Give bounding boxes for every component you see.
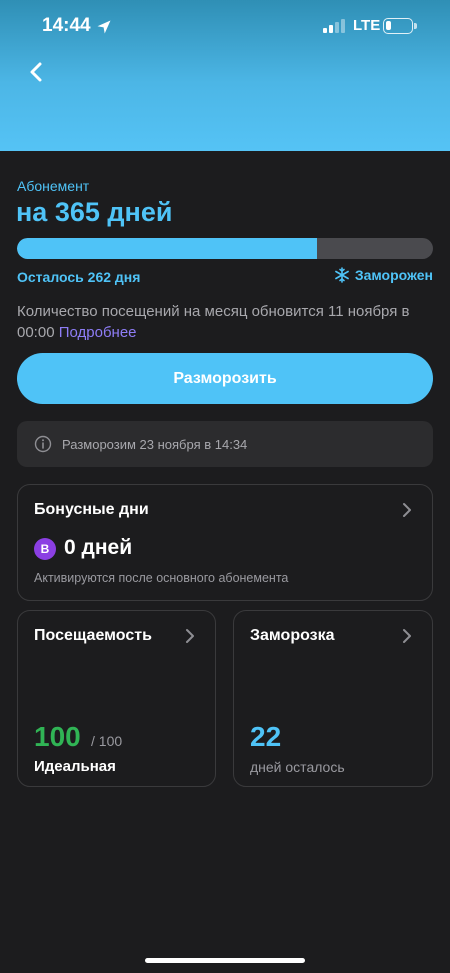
info-icon	[34, 435, 52, 453]
freeze-days-value: 22	[250, 721, 282, 752]
unfreeze-notice: Разморозим 23 ноября в 14:34	[17, 421, 433, 467]
frozen-status: Заморожен	[334, 267, 433, 283]
network-type: LTE	[353, 17, 381, 34]
freeze-card[interactable]: Заморозка 22 дней осталось	[233, 610, 433, 787]
battery-level	[386, 21, 391, 30]
bonus-days-value: 0 дней	[64, 536, 133, 559]
chevron-right-icon	[403, 503, 411, 517]
unfreeze-button[interactable]: Разморозить	[17, 353, 433, 404]
attendance-score: 100	[34, 721, 81, 752]
chevron-right-icon	[186, 629, 194, 643]
attendance-label: Идеальная	[34, 758, 116, 775]
battery-icon	[383, 18, 413, 34]
signal-bar	[335, 22, 339, 33]
back-button[interactable]	[22, 56, 52, 88]
bonus-badge: B	[34, 538, 56, 560]
subscription-label: Абонемент	[17, 178, 90, 194]
cellular-signal-icon	[323, 19, 347, 33]
snowflake-icon	[334, 267, 349, 283]
main-content: Абонемент на 365 дней Осталось 262 дня З…	[0, 151, 450, 973]
bonus-days-card[interactable]: Бонусные дни B 0 дней Активируются после…	[17, 484, 433, 601]
signal-bar	[341, 19, 345, 33]
status-bar: 14:44 LTE	[0, 0, 450, 54]
visits-info: Количество посещений на месяц обновится …	[17, 301, 433, 343]
more-link[interactable]: Подробнее	[59, 324, 137, 341]
freeze-card-title: Заморозка	[250, 627, 335, 644]
home-indicator[interactable]	[145, 958, 305, 963]
chevron-right-icon	[403, 629, 411, 643]
notice-text: Разморозим 23 ноября в 14:34	[62, 436, 248, 452]
remaining-days: Осталось 262 дня	[17, 269, 141, 285]
freeze-days-label: дней осталось	[250, 759, 345, 775]
signal-bar	[329, 25, 333, 33]
bonus-note: Активируются после основного абонемента	[34, 571, 289, 585]
frozen-status-label: Заморожен	[354, 267, 433, 283]
subscription-title: на 365 дней	[16, 197, 173, 227]
attendance-score-max: / 100	[91, 733, 123, 749]
battery-tip	[414, 23, 417, 29]
signal-bar	[323, 28, 327, 33]
subscription-progress-bar	[17, 238, 433, 259]
subscription-progress-fill	[17, 238, 317, 259]
status-time: 14:44	[42, 15, 91, 36]
bonus-card-title: Бонусные дни	[34, 501, 149, 518]
attendance-card[interactable]: Посещаемость 100 / 100 Идеальная	[17, 610, 216, 787]
header: 14:44 LTE	[0, 0, 450, 151]
attendance-card-title: Посещаемость	[34, 627, 152, 644]
location-arrow-icon	[97, 20, 111, 34]
